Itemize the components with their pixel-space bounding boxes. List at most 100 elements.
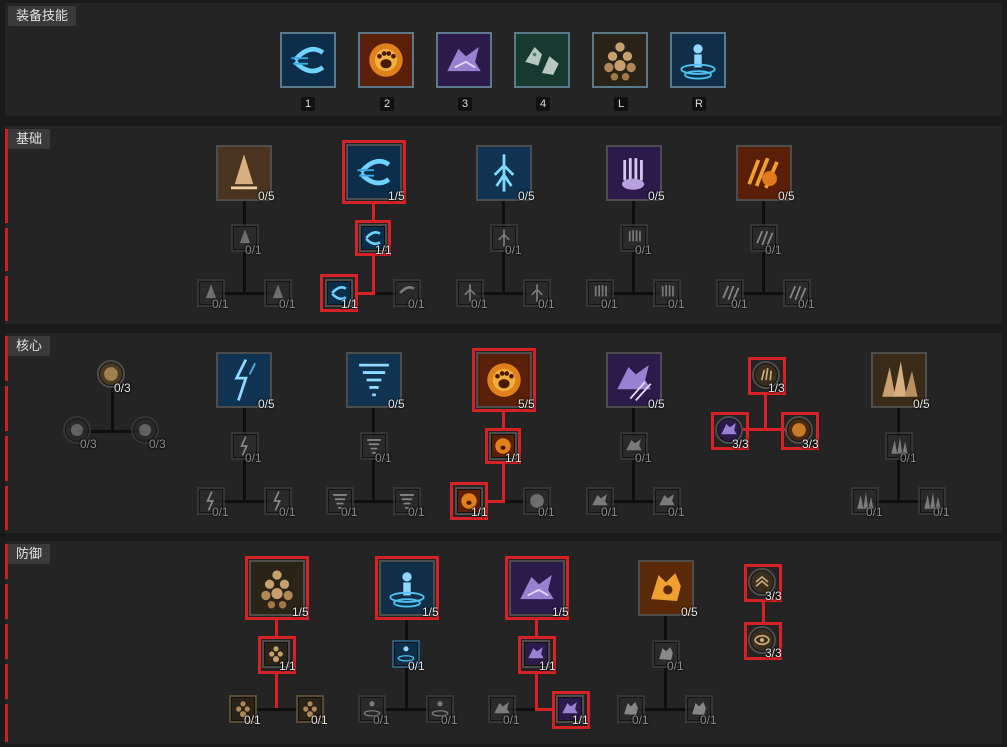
- skill-rank: 5/5: [518, 397, 535, 411]
- slot-1-wind-shear-icon[interactable]: [280, 32, 336, 88]
- section-title: 装备技能: [8, 6, 77, 26]
- tree-connector: [243, 460, 246, 502]
- skill-rank: 1/1: [279, 659, 296, 673]
- skill-rank: 0/5: [648, 397, 665, 411]
- tree-connector: [897, 460, 900, 502]
- skill-rank: 0/1: [700, 713, 717, 727]
- skill-rank: 0/5: [778, 189, 795, 203]
- skill-rank: 1/1: [505, 451, 522, 465]
- skill-rank: 0/1: [245, 451, 262, 465]
- progress-bar: [5, 336, 8, 381]
- skill-rank: 0/1: [668, 297, 685, 311]
- skill-rank: 0/1: [731, 297, 748, 311]
- skill-rank: 0/5: [258, 189, 275, 203]
- skill-rank: 0/5: [258, 397, 275, 411]
- skill-rank: 0/1: [244, 713, 261, 727]
- skill-rank: 3/3: [765, 589, 782, 603]
- skill-rank: 0/1: [798, 297, 815, 311]
- tree-connector: [372, 460, 375, 502]
- tree-connector-active: [535, 672, 538, 710]
- skill-rank: 0/1: [471, 297, 488, 311]
- tree-connector: [243, 252, 246, 294]
- tree-connector: [405, 618, 408, 640]
- skill-rank: 0/1: [441, 713, 458, 727]
- skill-rank: 0/1: [311, 713, 328, 727]
- slot-key-2: 2: [380, 97, 394, 111]
- slot-L-earthen-bulwark-icon[interactable]: [592, 32, 648, 88]
- skill-rank: 1/1: [471, 505, 488, 519]
- slot-key-4: 4: [536, 97, 550, 111]
- progress-bar: [5, 704, 8, 742]
- progress-bar: [5, 129, 8, 223]
- tree-connector: [405, 668, 408, 710]
- skill-rank: 0/3: [114, 381, 131, 395]
- skill-rank: 0/1: [408, 505, 425, 519]
- slot-4-wolves-icon[interactable]: [514, 32, 570, 88]
- tree-connector-active: [355, 292, 375, 295]
- skill-rank: 0/1: [245, 243, 262, 257]
- skill-rank: 0/1: [279, 297, 296, 311]
- tree-connector: [664, 616, 667, 640]
- tree-connector: [664, 668, 667, 710]
- progress-bar: [5, 228, 8, 271]
- tree-connector: [632, 460, 635, 502]
- skill-rank: 3/3: [765, 646, 782, 660]
- tree-connector-active: [372, 256, 375, 294]
- skill-rank: 0/1: [900, 451, 917, 465]
- skill-rank: 0/1: [765, 243, 782, 257]
- slot-key-3: 3: [458, 97, 472, 111]
- skill-rank: 1/5: [422, 605, 439, 619]
- progress-bar: [5, 664, 8, 699]
- skill-rank: 0/1: [601, 505, 618, 519]
- skill-rank: 0/5: [388, 397, 405, 411]
- slot-3-wolf-icon[interactable]: [436, 32, 492, 88]
- skill-rank: 0/5: [913, 397, 930, 411]
- skill-rank: 1/1: [572, 713, 589, 727]
- section-title: 防御: [8, 544, 51, 564]
- skill-rank: 0/3: [149, 437, 166, 451]
- tree-connector: [502, 252, 505, 294]
- skill-rank: 1/5: [388, 189, 405, 203]
- skill-rank: 0/1: [538, 505, 555, 519]
- skill-rank: 0/1: [279, 505, 296, 519]
- skill-rank: 0/1: [538, 297, 555, 311]
- tree-connector-active: [764, 394, 767, 430]
- skill-rank: 0/1: [212, 297, 229, 311]
- skill-rank: 0/1: [408, 297, 425, 311]
- section-title: 基础: [8, 129, 51, 149]
- skill-rank: 0/1: [505, 243, 522, 257]
- skill-rank: 0/1: [503, 713, 520, 727]
- progress-bar: [5, 386, 8, 431]
- skill-rank: 0/1: [933, 505, 950, 519]
- skill-rank: 3/3: [732, 437, 749, 451]
- skill-rank: 1/1: [341, 297, 358, 311]
- progress-bar: [5, 584, 8, 619]
- tree-connector-active: [275, 672, 278, 710]
- progress-bar: [5, 486, 8, 530]
- progress-bar: [5, 276, 8, 321]
- tree-connector-active: [485, 500, 505, 503]
- skill-rank: 0/1: [635, 451, 652, 465]
- skill-rank: 0/1: [408, 659, 425, 673]
- skill-rank: 0/1: [667, 659, 684, 673]
- slot-key-R: R: [692, 97, 706, 111]
- slot-2-pulverize-icon[interactable]: [358, 32, 414, 88]
- skill-rank: 0/1: [635, 243, 652, 257]
- skill-rank: 0/5: [648, 189, 665, 203]
- skill-rank: 0/1: [601, 297, 618, 311]
- skill-rank: 3/3: [802, 437, 819, 451]
- skill-rank: 0/1: [632, 713, 649, 727]
- skill-rank: 0/1: [866, 505, 883, 519]
- skill-rank: 0/3: [80, 437, 97, 451]
- skill-rank: 0/1: [375, 451, 392, 465]
- tree-connector-active: [372, 202, 375, 222]
- tree-connector: [762, 252, 765, 294]
- slot-R-cyclone-armor-icon[interactable]: [670, 32, 726, 88]
- skill-rank: 1/3: [768, 381, 785, 395]
- skill-rank: 1/1: [539, 659, 556, 673]
- progress-bar: [5, 624, 8, 659]
- skill-rank: 0/1: [341, 505, 358, 519]
- tree-connector: [632, 252, 635, 294]
- progress-bar: [5, 544, 8, 579]
- skill-rank: 0/5: [681, 605, 698, 619]
